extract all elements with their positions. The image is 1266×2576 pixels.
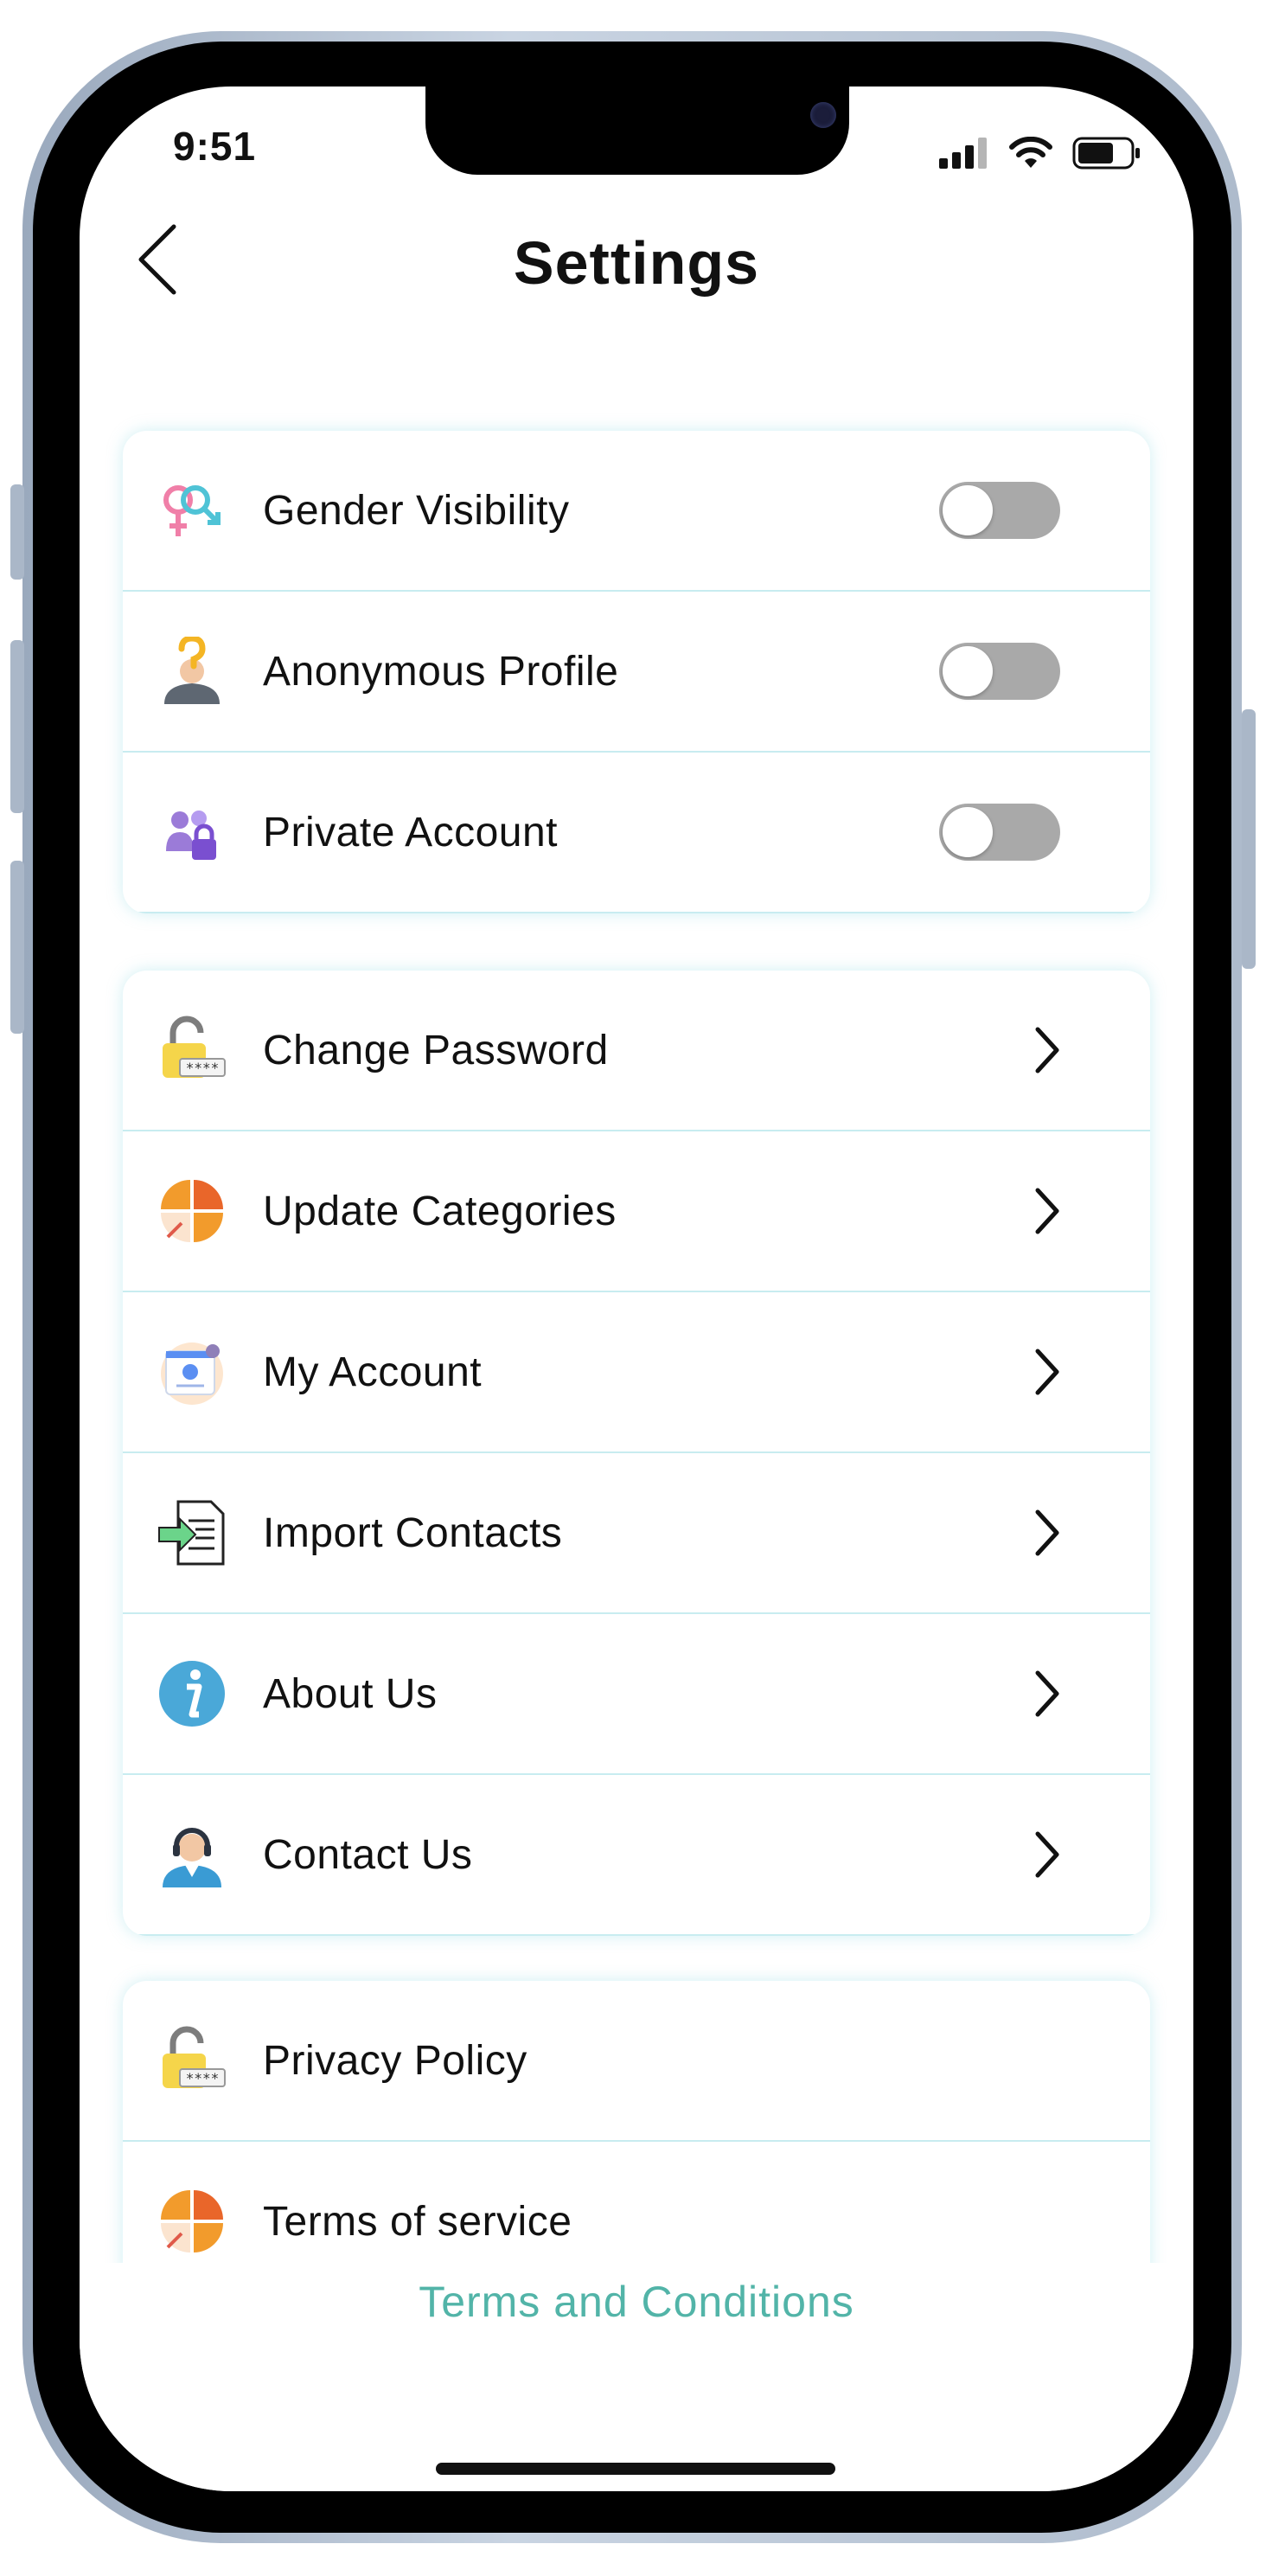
chevron-right-icon xyxy=(1035,1349,1059,1395)
setting-label: Contact Us xyxy=(263,1831,473,1878)
setting-row-private-account: Private Account xyxy=(123,753,1150,913)
setting-label: About Us xyxy=(263,1670,438,1717)
privacy-toggles-card: Gender Visibility Anonymous Profile Priv… xyxy=(123,431,1150,913)
private-users-icon xyxy=(166,811,216,860)
toggle-knob xyxy=(943,646,993,696)
svg-text:****: **** xyxy=(186,1060,220,1076)
nav-row-import-contacts[interactable]: Import Contacts xyxy=(123,1453,1150,1614)
chevron-right-icon xyxy=(1035,1027,1059,1073)
chevron-right-icon xyxy=(1035,1831,1059,1878)
padlock-icon: **** xyxy=(163,2026,226,2088)
svg-text:****: **** xyxy=(186,2070,220,2086)
silent-switch xyxy=(10,484,24,580)
chevron-right-icon xyxy=(1035,1509,1059,1556)
status-icons xyxy=(939,137,1141,170)
setting-label: My Account xyxy=(263,1349,483,1395)
toggle-knob xyxy=(943,485,993,535)
legal-card: **** Privacy Policy Terms of service xyxy=(123,1981,1150,2303)
anonymous-profile-toggle[interactable] xyxy=(939,643,1060,700)
setting-row-anonymous-profile: Anonymous Profile xyxy=(123,592,1150,753)
home-indicator xyxy=(436,2463,835,2475)
screen: 9:51 Settings Gender Visibility Anonymou… xyxy=(80,87,1193,2491)
pie-categories-icon xyxy=(161,1180,223,1242)
power-button xyxy=(1242,709,1256,969)
cellular-signal-icon xyxy=(939,138,987,169)
nav-row-update-categories[interactable]: Update Categories xyxy=(123,1131,1150,1292)
anonymous-user-icon xyxy=(164,637,220,704)
wifi-icon xyxy=(1009,137,1052,168)
setting-label: Terms of service xyxy=(263,2198,572,2245)
info-icon xyxy=(159,1661,225,1727)
battery-icon xyxy=(1072,137,1140,170)
gender-visibility-toggle[interactable] xyxy=(939,482,1060,539)
setting-label: Import Contacts xyxy=(263,1509,563,1556)
chevron-right-icon xyxy=(1035,1188,1059,1234)
front-camera xyxy=(810,102,836,128)
account-card-icon xyxy=(161,1342,223,1405)
nav-row-privacy-policy[interactable]: **** Privacy Policy xyxy=(123,1981,1150,2142)
nav-row-contact-us[interactable]: Contact Us xyxy=(123,1775,1150,1936)
camera-notch xyxy=(425,87,849,175)
account-settings-card: **** Change Password Update Categories M… xyxy=(123,971,1150,1936)
toggle-knob xyxy=(943,807,993,857)
header: Settings xyxy=(80,208,1193,311)
status-time: 9:51 xyxy=(173,124,257,169)
pie-categories-icon xyxy=(161,2190,223,2252)
nav-row-about-us[interactable]: About Us xyxy=(123,1614,1150,1775)
chevron-right-icon xyxy=(1035,1670,1059,1717)
page-title: Settings xyxy=(513,229,760,297)
setting-label: Gender Visibility xyxy=(263,487,570,534)
support-agent-icon xyxy=(163,1828,221,1887)
setting-label: Private Account xyxy=(263,809,559,855)
setting-label: Anonymous Profile xyxy=(263,648,619,695)
nav-row-my-account[interactable]: My Account xyxy=(123,1292,1150,1453)
private-account-toggle[interactable] xyxy=(939,804,1060,861)
setting-row-gender-visibility: Gender Visibility xyxy=(123,431,1150,592)
import-document-icon xyxy=(158,1500,225,1566)
setting-label: Update Categories xyxy=(263,1188,617,1234)
terms-and-conditions-link[interactable]: Terms and Conditions xyxy=(80,2277,1193,2327)
setting-label: Privacy Policy xyxy=(263,2037,528,2084)
volume-down-button xyxy=(10,861,24,1034)
nav-row-change-password[interactable]: **** Change Password xyxy=(123,971,1150,1131)
padlock-icon: **** xyxy=(163,1016,226,1078)
volume-up-button xyxy=(10,640,24,813)
gender-icon xyxy=(163,485,221,536)
setting-label: Change Password xyxy=(263,1027,609,1073)
